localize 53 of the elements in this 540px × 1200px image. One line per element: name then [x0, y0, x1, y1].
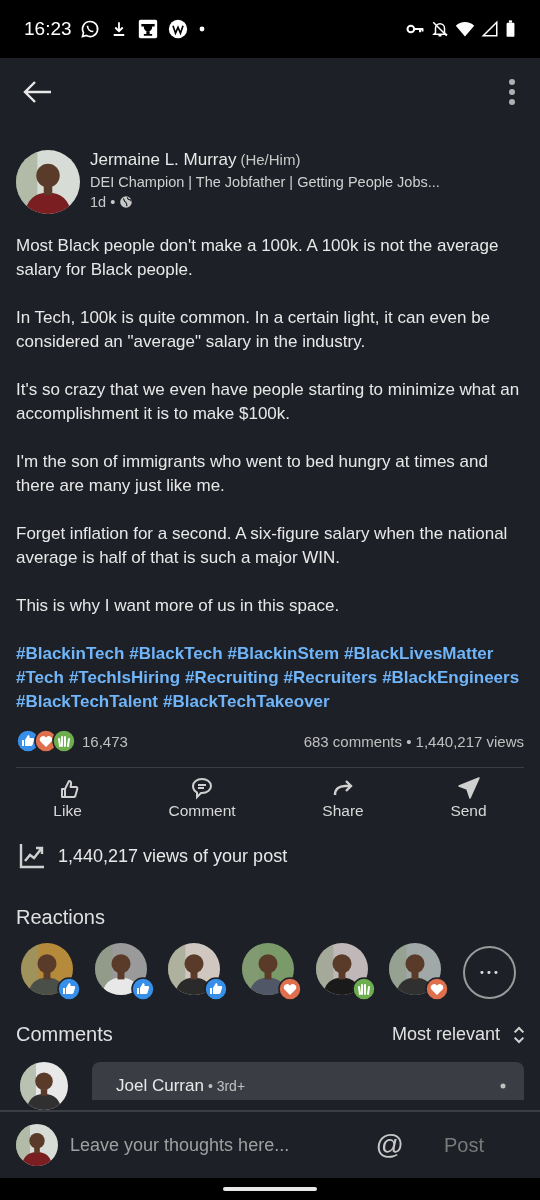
post-paragraph: Most Black people don't make a 100k. A 100k is not the average salary for Black people. — [16, 235, 500, 281]
post-paragraph: I'm the son of immigrants who went to bed hungry at times and there are many just like me. — [16, 451, 489, 497]
post-paragraph: In Tech, 100k is quite common. In a certain light, it can even be considered an "average" salary in the industry. — [16, 307, 492, 353]
trend-chart-icon — [18, 842, 46, 870]
author-headline: DEI Champion | The Jobfather | Getting People Jobs... — [90, 174, 440, 190]
pronouns: (He/Him) — [240, 151, 301, 168]
comments-heading: Comments — [16, 1023, 113, 1046]
speech-bubble-icon — [190, 776, 215, 800]
post-views-text[interactable]: 1,440,217 views of your post — [58, 845, 288, 867]
post-paragraph: It's so crazy that we even have people starting to minimize what an accomplishment it is to make $100k. — [16, 379, 521, 425]
share-button[interactable]: Share — [318, 776, 368, 820]
sort-dropdown[interactable]: Most relevant — [391, 1023, 526, 1046]
commenter-name[interactable]: Joel Curran — [116, 1076, 204, 1095]
more-icon — [508, 77, 516, 106]
dot-icon — [197, 24, 206, 33]
hashtag-link[interactable]: #Recruiters — [283, 666, 378, 690]
w-circle-icon — [167, 18, 188, 39]
connection-degree: • 3rd+ — [207, 1078, 246, 1094]
comments-views-count[interactable]: 683 comments • 1,440,217 views — [303, 732, 524, 750]
post-paragraph: Forget inflation for a second. A six-figure salary when the national average is half of that is such a major WIN. — [16, 523, 509, 569]
reaction-count[interactable]: 16,473 — [82, 732, 128, 750]
hashtag-link[interactable]: #BlackinStem — [227, 642, 340, 666]
send-button[interactable]: Send — [446, 776, 491, 820]
hashtag-link[interactable]: #Recruiting — [185, 666, 279, 690]
comment-button[interactable]: Comment — [164, 776, 240, 820]
more-icon — [500, 1083, 506, 1089]
post-button[interactable]: Post — [443, 1133, 524, 1157]
post-paragraph: This is why I want more of us in this space. — [16, 595, 341, 617]
back-arrow-icon — [22, 79, 52, 104]
comment-options-button[interactable] — [500, 1083, 506, 1089]
hashtag-link[interactable]: #BlackEngineers — [382, 666, 520, 690]
hashtag-link[interactable]: #BlackinTech — [16, 642, 125, 666]
status-time: 16:23 — [24, 17, 72, 40]
post-age: 1d • — [90, 194, 116, 210]
trophy-icon — [137, 18, 158, 39]
signal-icon — [481, 18, 499, 39]
hashtag-link[interactable]: #BlackLivesMatter — [344, 642, 494, 666]
hashtag-link[interactable]: #Tech — [16, 666, 64, 690]
hashtag-link[interactable]: #BlackTechTalent — [16, 690, 159, 714]
send-icon — [456, 776, 481, 800]
chat-icon — [79, 18, 100, 39]
globe-icon — [119, 195, 134, 209]
hashtag-link[interactable]: #BlackTechTakeover — [163, 690, 330, 714]
like-button[interactable]: Like — [49, 776, 86, 820]
hashtag-link[interactable]: #BlackTech — [129, 642, 223, 666]
hashtag-link[interactable]: #TechIsHiring — [68, 666, 181, 690]
author-name[interactable]: Jermaine L. Murray — [90, 150, 237, 169]
reactions-heading: Reactions — [15, 906, 106, 929]
battery-icon — [505, 18, 516, 39]
mention-button[interactable]: @ — [375, 1129, 434, 1161]
more-reactions-button[interactable]: ••• — [462, 945, 516, 999]
comment-input-field[interactable]: Leave your thoughts here... — [68, 1133, 366, 1157]
gesture-handle[interactable] — [223, 1187, 317, 1191]
